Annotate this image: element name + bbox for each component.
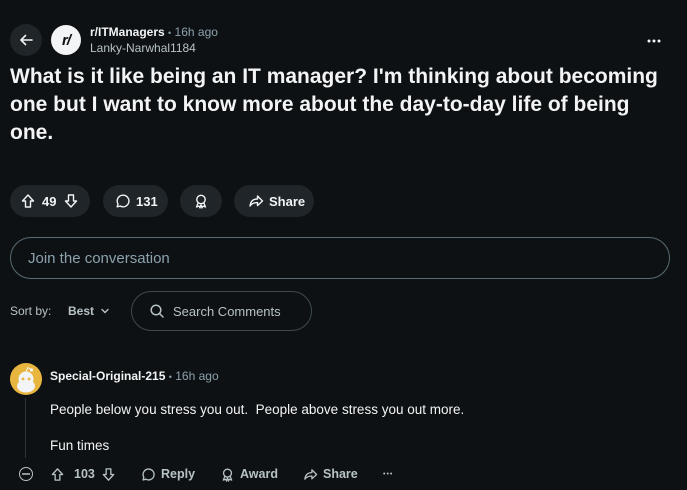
award-icon [195,194,207,209]
award-label: Award [240,467,278,481]
share-button[interactable]: Share [234,185,314,217]
comment-award-button[interactable]: Award [220,466,278,482]
award-button[interactable] [180,185,222,217]
comment-time: 16h ago [175,369,219,383]
post-title: What is it like being an IT manager? I'm… [10,65,658,144]
search-comments-input[interactable]: Search Comments [131,291,312,331]
chevron-down-icon [101,308,109,314]
comment-meta-separator: • [168,372,172,382]
comment-body-line-2: Fun times [50,438,110,453]
meta-separator: • [168,28,172,38]
composer-placeholder: Join the conversation [28,249,170,267]
comment-more-options-button[interactable]: ••• [383,467,393,481]
post-time: 16h ago [174,25,218,39]
subreddit-avatar[interactable]: r/ [51,25,81,55]
reply-button[interactable]: Reply [141,466,195,482]
more-options-button[interactable] [640,32,668,50]
join-conversation-input[interactable]: Join the conversation [10,237,670,279]
downvote-icon[interactable] [101,467,116,482]
minus-icon [22,473,30,475]
comment-share-button[interactable]: Share [303,466,358,482]
sort-value: Best [68,304,95,318]
comment-share-label: Share [323,467,358,481]
comment-thread-line[interactable] [25,398,26,458]
award-icon [222,468,233,482]
ellipsis-icon [647,39,661,43]
upvote-icon[interactable] [50,467,65,482]
comment-body-line-1: People below you stress you out. People … [50,402,465,417]
ellipsis-icon: ••• [383,470,394,478]
comment-vote: 103 [50,466,116,482]
share-arrow-icon [304,468,318,480]
back-button[interactable] [10,24,42,56]
share-label: Share [269,193,306,209]
reply-label: Reply [161,467,196,481]
comment-meta: Special-Original-215 • 16h ago [50,369,219,383]
downvote-icon[interactable] [63,193,79,209]
sort-dropdown[interactable]: Best [68,302,110,320]
arrow-left-icon [20,34,33,46]
reply-bubble-icon [142,467,155,481]
share-arrow-icon [248,193,264,209]
comment-author-avatar[interactable] [10,363,42,395]
snoo-avatar-icon [17,366,35,393]
comments-button[interactable]: 131 [103,185,168,217]
comment-vote-count: 103 [74,467,95,481]
vote-count: 49 [42,193,57,209]
subreddit-link[interactable]: r/ITManagers [90,25,165,39]
sort-label: Sort by: [10,304,52,318]
upvote-icon[interactable] [20,193,36,209]
collapse-comment-button[interactable] [19,467,33,481]
comment-author[interactable]: Special-Original-215 [50,369,165,383]
vote-pill: 49 [10,185,90,217]
search-icon [150,304,164,318]
comment-bubble-icon [115,193,131,209]
post-author[interactable]: Lanky-Narwhal1184 [90,41,196,55]
post-meta: r/ITManagers • 16h ago [90,25,218,39]
comment-count: 131 [136,193,158,209]
search-placeholder: Search Comments [173,303,281,319]
subreddit-avatar-text: r/ [61,31,71,49]
